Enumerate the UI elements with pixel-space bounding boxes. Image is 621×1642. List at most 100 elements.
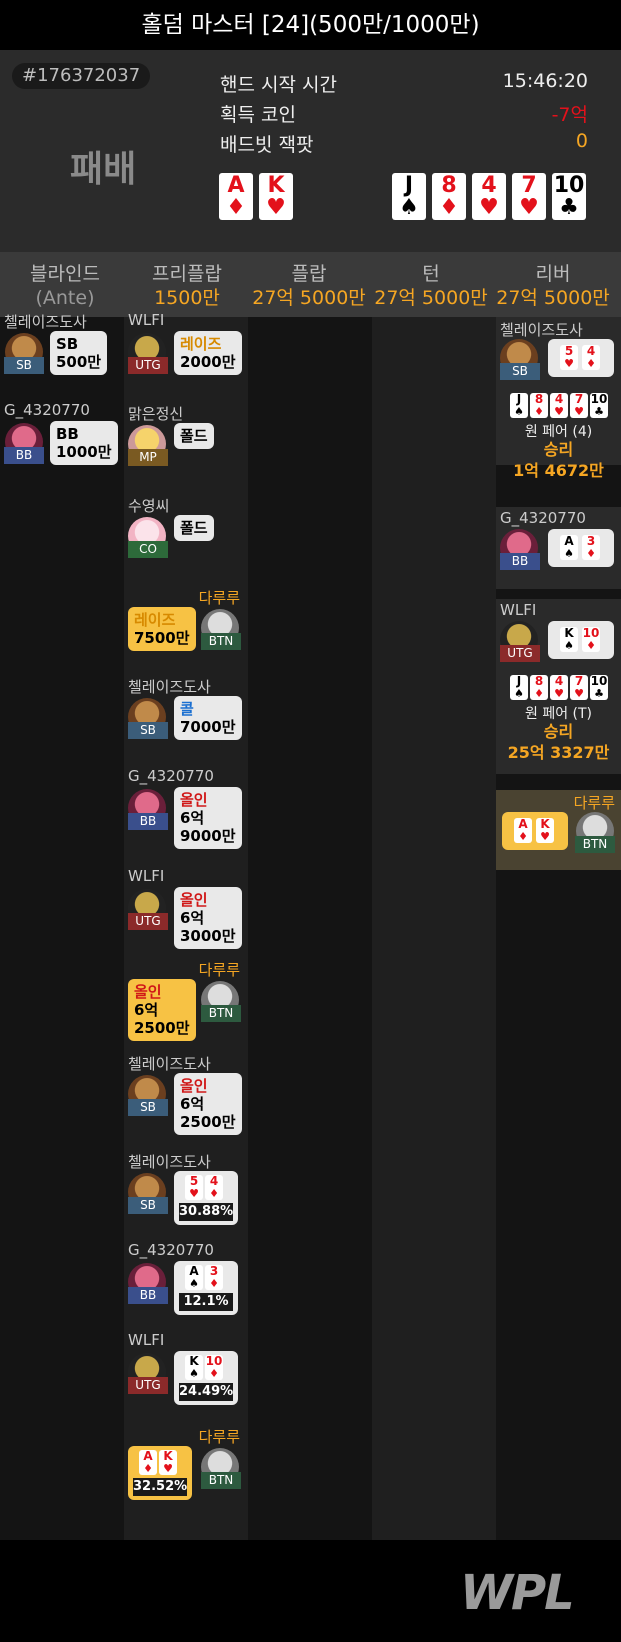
equity-box: A ♦ K ♥ 32.52% [128, 1446, 192, 1500]
action-amount: 6억 [134, 1001, 159, 1019]
card-suit-icon: ♦ [209, 1367, 219, 1380]
playing-card: A ♦ [514, 818, 532, 843]
equity-percent: 32.52% [133, 1478, 188, 1496]
card-suit-icon: ♦ [534, 405, 544, 418]
playing-card: A ♠ [185, 1265, 203, 1290]
player-name: 첼레이즈도사 [128, 1055, 211, 1073]
card-suit-icon: ♠ [399, 195, 419, 220]
action-label: 레이즈 [180, 335, 222, 353]
lane-preflop: WLFI UTG 레이즈 2000만 맑은정신 MP 폴드 수영씨 CO 폴드 다루루 BTN 레이즈 7… [124, 311, 248, 1540]
action-label: 폴드 [180, 427, 208, 445]
player-name: 맑은정신 [128, 405, 184, 423]
equity-percent: 30.88% [179, 1203, 234, 1221]
col-river: 리버 27억 5000만 [492, 262, 614, 310]
playing-card: 8 ♦ [530, 393, 548, 418]
playing-card: 5 ♥ [560, 345, 578, 370]
playing-card: 10 ♣ [590, 675, 608, 700]
playing-card: 4 ♦ [582, 345, 600, 370]
action-label: 올인 [180, 791, 208, 809]
col-river-name: 리버 [535, 263, 571, 285]
col-flop-name: 플랍 [291, 263, 327, 285]
page-title: 홀덤 마스터 [24](500만/1000만) [0, 0, 621, 50]
playing-card: 7 ♥ [512, 173, 546, 220]
hand-info-panel: #176372037 패배 핸드 시작 시간 획득 코인 배드빗 잭팟 15:4… [0, 50, 621, 252]
position-badge: UTG [128, 357, 168, 374]
card-suit-icon: ♦ [534, 687, 544, 700]
player-name: 첼레이즈도사 [4, 313, 87, 331]
position-badge: BTN [201, 1472, 241, 1489]
player-name: G_4320770 [128, 767, 214, 785]
equity-percent: 24.49% [179, 1383, 234, 1401]
card-suit-icon: ♠ [514, 687, 524, 700]
card-suit-icon: ♦ [143, 1462, 153, 1475]
action-label: 레이즈 [134, 611, 176, 629]
card-suit-icon: ♣ [594, 687, 604, 700]
action-bubble: 올인 6억 9000만 [174, 787, 242, 849]
lane-flop [248, 317, 372, 1540]
position-badge: BTN [201, 1005, 241, 1022]
position-badge: SB [128, 1099, 168, 1116]
col-turn-name: 턴 [422, 263, 440, 285]
playing-card: J ♠ [510, 675, 528, 700]
hand-id-badge: #176372037 [12, 63, 151, 89]
action-label: 콜 [180, 700, 194, 718]
playing-card: K ♥ [159, 1450, 177, 1475]
playing-card: 4 ♥ [550, 675, 568, 700]
card-suit-icon: ♠ [189, 1277, 199, 1290]
card-suit-icon: ♥ [189, 1187, 199, 1200]
action-amount-2: 3000만 [180, 927, 236, 945]
player-name: 다루루 [198, 1428, 240, 1446]
col-turn: 턴 27억 5000만 [370, 262, 492, 310]
lane-river: 첼레이즈도사 SB 5 ♥ 4 ♦ J ♠ 8 ♦ 4 ♥ 7 ♥ 10 ♣ 원 페어 (4) 승리 1억 4672… [496, 317, 621, 1540]
player-name: 다루루 [573, 794, 615, 812]
hand-rank: 원 페어 (T) [524, 706, 593, 722]
action-amount-2: 2500만 [134, 1019, 190, 1037]
card-suit-icon: ♠ [564, 639, 574, 652]
player-name: WLFI [128, 867, 165, 885]
start-time-label: 핸드 시작 시간 [220, 74, 337, 96]
playing-card: A ♠ [560, 535, 578, 560]
action-amount: 7000만 [180, 718, 236, 736]
card-suit-icon: ♥ [479, 195, 499, 220]
action-amount: 6억 [180, 909, 205, 927]
col-preflop: 프리플랍 1500만 [126, 262, 248, 310]
col-blinds-name: 블라인드 [30, 263, 100, 285]
card-suit-icon: ♥ [554, 405, 564, 418]
playing-card: A ♦ [139, 1450, 157, 1475]
playing-card: J ♠ [392, 173, 426, 220]
action-amount: 1000만 [56, 443, 112, 461]
player-name: WLFI [128, 311, 165, 329]
badbeat-value: 0 [575, 130, 588, 152]
action-bubble: 올인 6억 2500만 [174, 1073, 242, 1135]
coin-label: 획득 코인 [220, 104, 296, 126]
card-suit-icon: ♦ [586, 547, 596, 560]
shown-cards: 5 ♥ 4 ♦ [548, 339, 614, 377]
equity-percent: 12.1% [179, 1293, 233, 1311]
col-blinds: 블라인드 (Ante) [4, 262, 126, 310]
card-suit-icon: ♦ [518, 830, 528, 843]
col-blinds-value: (Ante) [35, 287, 95, 309]
card-suit-icon: ♠ [189, 1367, 199, 1380]
action-bubble: 폴드 [174, 423, 214, 449]
river-player-block: G_4320770 BB A ♠ 3 ♦ [496, 507, 621, 589]
playing-card: 7 ♥ [570, 675, 588, 700]
playing-card: 3 ♦ [582, 535, 600, 560]
player-name: 다루루 [198, 589, 240, 607]
player-name: G_4320770 [4, 401, 90, 419]
action-bubble: BB 1000만 [50, 421, 118, 465]
card-suit-icon: ♥ [554, 687, 564, 700]
player-name: 수영씨 [128, 497, 170, 515]
playing-card: 10 ♣ [552, 173, 586, 220]
action-amount: 500만 [56, 353, 102, 371]
position-badge: BB [128, 813, 168, 830]
action-label: 올인 [180, 891, 208, 909]
card-suit-icon: ♥ [574, 687, 584, 700]
playing-card: K ♠ [560, 627, 578, 652]
playing-card: 4 ♥ [472, 173, 506, 220]
action-amount: 6억 [180, 809, 205, 827]
playing-card: K ♠ [185, 1355, 203, 1380]
col-preflop-pot: 1500만 [154, 287, 220, 309]
position-badge: BTN [201, 633, 241, 650]
position-badge: UTG [500, 645, 540, 662]
action-amount-2: 9000만 [180, 827, 236, 845]
